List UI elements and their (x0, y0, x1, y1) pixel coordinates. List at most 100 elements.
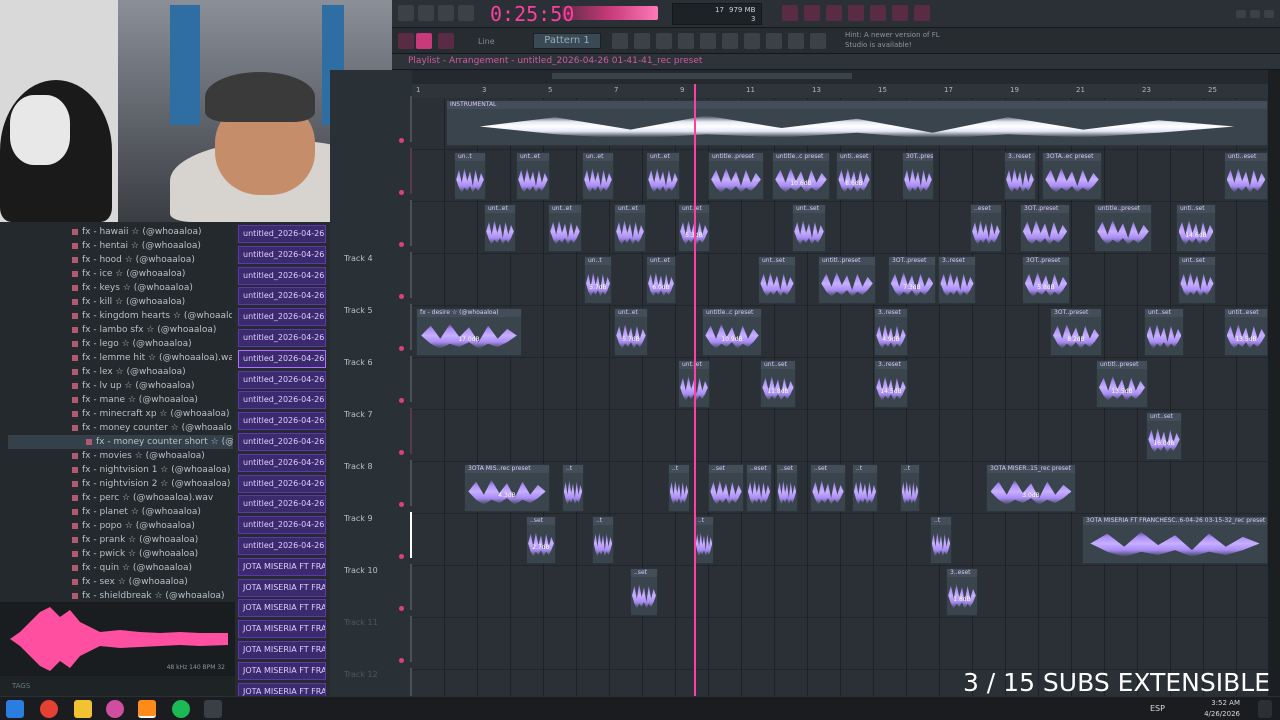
browser-icon[interactable] (700, 33, 716, 49)
capcut-icon[interactable] (204, 700, 222, 718)
audio-clip[interactable]: ..set 2.7dB (526, 516, 556, 564)
track-mute-led[interactable] (399, 294, 404, 299)
audio-clip[interactable]: unt..et (484, 204, 516, 252)
audio-clip[interactable]: unti..set 14.6dB (1176, 204, 1216, 252)
audio-clip[interactable]: ..set (708, 464, 744, 512)
browser-item[interactable]: fx - ice ☆ (@whoaaloa) (72, 267, 232, 281)
track-name[interactable]: Track 10 (344, 566, 378, 575)
audio-clip[interactable]: 3OTA MISER..15_rec preset 3.0dB (986, 464, 1076, 512)
audio-clip[interactable]: unt..et 6.0dB (646, 256, 676, 304)
track-mute-led[interactable] (399, 658, 404, 663)
file-explorer-icon[interactable] (74, 700, 92, 718)
recent-clip[interactable]: untitled_2026-04-26 01- (238, 537, 326, 555)
audio-clip[interactable]: 3..eset 1.8dB (946, 568, 978, 616)
audio-clip[interactable]: 3..reset 14.5dB (874, 360, 908, 408)
audio-clip[interactable]: 3..reset 4.9dB (874, 308, 908, 356)
audio-clip[interactable]: 3OTA MIS..rec preset 4.3dB (464, 464, 550, 512)
track-name[interactable]: Track 8 (344, 462, 373, 471)
browser-item[interactable]: fx - hawaii ☆ (@whoaaloa) (72, 225, 232, 239)
browser-item[interactable]: fx - lego ☆ (@whoaaloa) (72, 337, 232, 351)
audio-clip[interactable]: untitle..preset (1094, 204, 1152, 252)
recent-clip[interactable]: untitled_2026-04-26 01- (238, 474, 326, 493)
audio-clip[interactable]: INSTRUMENTAL (446, 100, 1268, 146)
recent-clip[interactable]: JOTA MISERIA FT FRANCH (238, 661, 326, 680)
browser-item[interactable]: fx - shieldbreak ☆ (@whoaaloa) (72, 589, 232, 603)
recent-clip[interactable]: JOTA MISERIA FT FRANCH (238, 641, 326, 659)
audio-clip[interactable]: ..t (930, 516, 952, 564)
chrome-icon[interactable] (40, 700, 58, 718)
track-mute-led[interactable] (399, 554, 404, 559)
audio-clip[interactable]: 3OT..preset (1020, 204, 1070, 252)
undo-icon[interactable] (782, 5, 798, 21)
recent-clip[interactable]: untitled_2026-04-26 01- (238, 453, 326, 472)
audio-clip[interactable]: ..set (630, 568, 658, 616)
slice-icon[interactable] (810, 33, 826, 49)
browser-item[interactable]: fx - popo ☆ (@whoaaloa) (72, 519, 232, 533)
maximize-icon[interactable] (1250, 10, 1260, 18)
track-mute-led[interactable] (399, 450, 404, 455)
menu-icon[interactable] (398, 5, 414, 21)
link-icon[interactable] (416, 33, 432, 49)
recent-clip[interactable]: untitled_2026-04-26 01- (238, 329, 326, 347)
track-mute-led[interactable] (399, 502, 404, 507)
track-mute-led[interactable] (399, 138, 404, 143)
playhead[interactable] (694, 84, 696, 696)
recent-clip[interactable]: JOTA MISERIA FT FRANCH (238, 557, 326, 576)
recent-clip[interactable]: untitled_2026-04-26 01- (238, 245, 326, 264)
audio-clip[interactable]: un..t (454, 152, 486, 200)
audio-clip[interactable]: unt..et (614, 204, 646, 252)
audio-clip[interactable]: ..t (852, 464, 878, 512)
audio-clip[interactable]: unt..et 5.7dB (614, 308, 648, 356)
system-clock[interactable]: 3:52 AM 4/26/2026 (1180, 698, 1240, 720)
audio-clip[interactable]: ..t (668, 464, 690, 512)
browser-item[interactable]: fx - movies ☆ (@whoaaloa) (72, 449, 232, 463)
audio-clip[interactable]: unti..eset (1224, 152, 1268, 200)
song-mode-icon[interactable] (438, 5, 454, 21)
pattern-selector[interactable]: Pattern 1 (533, 33, 601, 49)
browser-item[interactable]: fx - sex ☆ (@whoaaloa) (72, 575, 232, 589)
browser-item[interactable]: fx - nightvision 2 ☆ (@whoaaloa) (72, 477, 232, 491)
info-icon[interactable] (892, 5, 908, 21)
recent-clip[interactable]: untitled_2026-04-26 01- (238, 516, 326, 535)
browser-item[interactable]: fx - lv up ☆ (@whoaaloa) (72, 379, 232, 393)
save-icon[interactable] (804, 5, 820, 21)
audio-clip[interactable]: unt..et (646, 152, 680, 200)
recent-clip[interactable]: untitled_2026-04-26 01- (238, 349, 326, 368)
close-icon[interactable] (1264, 10, 1274, 18)
audio-clip[interactable]: 30T..preset (902, 152, 934, 200)
browser-item[interactable]: fx - pwick ☆ (@whoaaloa) (72, 547, 232, 561)
audio-clip[interactable]: 3..reset (938, 256, 976, 304)
audio-clip[interactable]: untitle..c preset 10.6dB (772, 152, 830, 200)
track-name[interactable]: Track 12 (344, 670, 378, 679)
recent-clip[interactable]: untitled_2026-04-26 01- (238, 225, 326, 243)
recent-clip[interactable]: JOTA MISERIA FT FRANCH (238, 620, 326, 639)
audio-clip[interactable]: unt..set 11.8dB (760, 360, 796, 408)
start-icon[interactable] (6, 700, 24, 718)
audio-clip[interactable]: ..set (776, 464, 798, 512)
audio-clip[interactable]: 3OT..preset 8.2dB (1050, 308, 1102, 356)
audio-clip[interactable]: un..t 5.7dB (584, 256, 612, 304)
language-indicator[interactable]: ESP (1150, 702, 1180, 716)
timeline-ruler[interactable]: 1 3 5 7 9 11 13 15 17 19 21 23 25 (412, 84, 1268, 98)
audio-clip[interactable]: ..t (592, 516, 614, 564)
audio-clip[interactable]: ..t (694, 516, 714, 564)
disk-icon[interactable] (848, 5, 864, 21)
recent-clip[interactable]: untitled_2026-04-26 01- (238, 308, 326, 327)
audio-clip[interactable]: 3OT..preset 5.8dB (1022, 256, 1070, 304)
magnet-icon[interactable] (438, 33, 454, 49)
minimize-icon[interactable] (1236, 10, 1246, 18)
audio-clip[interactable]: 3OTA..ec preset (1042, 152, 1102, 200)
mixer-icon[interactable] (870, 5, 886, 21)
audio-clip[interactable]: untitle..c preset 10.9dB (702, 308, 762, 356)
recent-clip[interactable]: untitled_2026-04-26 01- (238, 266, 326, 285)
audio-clip[interactable]: 3..reset (1004, 152, 1036, 200)
recent-clip[interactable]: JOTA MISERIA FT FRANCH (238, 599, 326, 618)
audio-clip[interactable]: unt..set (1144, 308, 1184, 356)
track-name[interactable]: Track 6 (344, 358, 373, 367)
spotify-icon[interactable] (172, 700, 190, 718)
recent-clip[interactable]: untitled_2026-04-26 01- (238, 370, 326, 389)
audio-clip[interactable]: unt..et (516, 152, 550, 200)
tags-bar[interactable]: TAGS (0, 676, 235, 696)
plugin-picker-icon[interactable] (722, 33, 738, 49)
recent-clip[interactable]: untitled_2026-04-26 01- (238, 287, 326, 306)
